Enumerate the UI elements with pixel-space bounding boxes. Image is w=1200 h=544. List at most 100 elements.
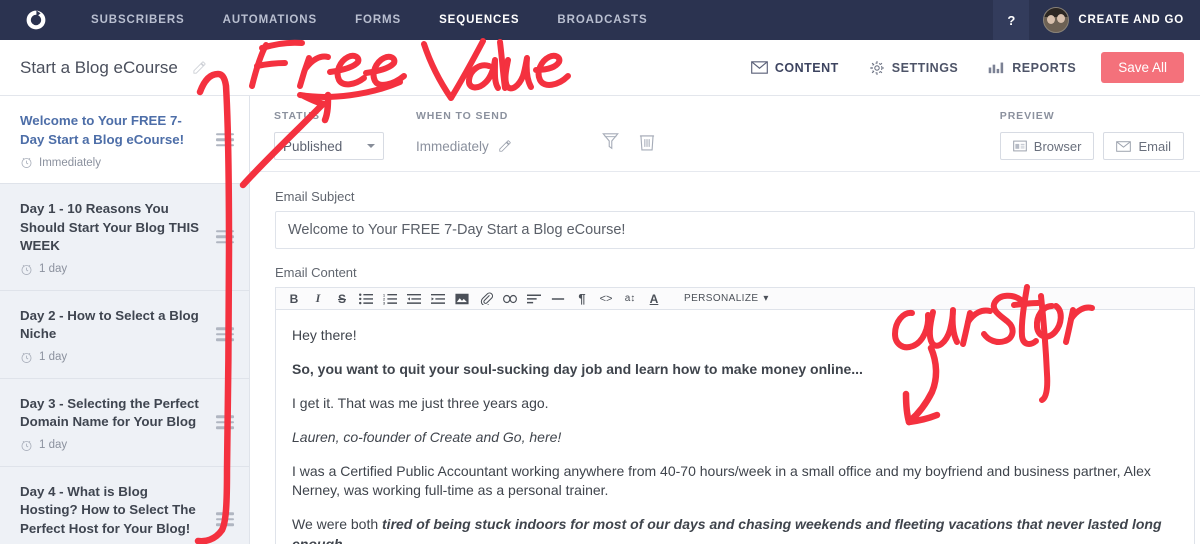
ordered-list-icon[interactable]: 123: [378, 288, 402, 309]
drag-handle-icon[interactable]: [216, 327, 234, 341]
image-icon[interactable]: [450, 288, 474, 309]
chevron-down-icon: [367, 144, 375, 152]
email-editor-pane: STATUS Published WHEN TO SEND Immediatel…: [250, 96, 1200, 544]
drag-handle-icon[interactable]: [216, 230, 234, 244]
list-item[interactable]: Welcome to Your FREE 7-Day Start a Blog …: [0, 96, 249, 184]
chevron-down-icon: ▾: [763, 293, 769, 304]
attachment-icon[interactable]: [474, 288, 498, 309]
top-navigation-bar: SUBSCRIBERS AUTOMATIONS FORMS SEQUENCES …: [0, 0, 1200, 40]
strikethrough-icon[interactable]: S: [330, 288, 354, 309]
drag-handle-icon[interactable]: [216, 415, 234, 429]
align-left-icon[interactable]: [522, 288, 546, 309]
status-select[interactable]: Published: [274, 132, 384, 160]
bold-icon[interactable]: B: [282, 288, 306, 309]
email-body-editor[interactable]: Hey there! So, you want to quit your sou…: [275, 310, 1195, 544]
email-delay: 1 day: [20, 439, 203, 452]
indent-icon[interactable]: [426, 288, 450, 309]
email-delay: 1 day: [20, 263, 203, 276]
clock-icon: [21, 264, 32, 275]
email-tools: [601, 106, 655, 156]
when-to-send-field: WHEN TO SEND Immediately: [416, 106, 512, 160]
when-to-send-label: WHEN TO SEND: [416, 110, 509, 122]
nav-item-automations[interactable]: AUTOMATIONS: [204, 0, 336, 40]
body-text-suffix: .: [343, 536, 347, 544]
preview-browser-label: Browser: [1033, 138, 1082, 154]
email-title: Day 3 - Selecting the Perfect Domain Nam…: [20, 395, 199, 430]
horizontal-rule-icon[interactable]: [546, 288, 570, 309]
email-title: Day 1 - 10 Reasons You Should Start Your…: [20, 201, 200, 253]
save-all-button[interactable]: Save All: [1101, 52, 1184, 83]
email-title: Day 4 - What is Blog Hosting? How to Sel…: [20, 483, 196, 536]
status-label: STATUS: [274, 110, 320, 122]
text-color-icon[interactable]: A: [642, 288, 666, 309]
trash-icon[interactable]: [639, 132, 655, 156]
email-delay: 1 day: [20, 351, 203, 364]
email-delay-label: 1 day: [39, 351, 68, 363]
personalize-dropdown[interactable]: PERSONALIZE ▾: [676, 288, 777, 309]
paragraph-icon[interactable]: ¶: [570, 288, 594, 309]
nav-right-cluster: ? CREATE AND GO: [993, 0, 1200, 40]
email-delay: Immediately: [20, 156, 203, 169]
list-item[interactable]: Day 1 - 10 Reasons You Should Start Your…: [0, 184, 249, 291]
link-icon[interactable]: [498, 288, 522, 309]
tab-content-label: CONTENT: [774, 60, 839, 75]
status-select-value: Published: [283, 138, 343, 154]
tab-settings-label: SETTINGS: [891, 60, 959, 75]
drag-handle-icon[interactable]: [216, 132, 234, 147]
when-to-send-value: Immediately: [416, 138, 489, 154]
italic-icon[interactable]: I: [306, 288, 330, 309]
body-paragraph: Hey there!: [292, 327, 357, 343]
preview-email-button[interactable]: Email: [1103, 132, 1184, 160]
svg-text:3: 3: [383, 301, 385, 304]
source-code-icon[interactable]: <>: [594, 288, 618, 309]
list-item[interactable]: Day 4 - What is Blog Hosting? How to Sel…: [0, 467, 249, 544]
preview-label: PREVIEW: [999, 110, 1055, 122]
avatar[interactable]: [1043, 7, 1070, 33]
envelope-icon: [1116, 140, 1132, 152]
clock-icon: [21, 157, 32, 168]
list-item[interactable]: Day 2 - How to Select a Blog Niche 1 day: [0, 291, 249, 379]
preview-browser-button[interactable]: Browser: [999, 132, 1095, 160]
tab-reports[interactable]: REPORTS: [973, 61, 1091, 75]
preview-field: PREVIEW Browser Email: [999, 106, 1184, 160]
body-text-prefix: We were both: [292, 516, 383, 533]
tab-reports-label: REPORTS: [1012, 60, 1077, 75]
nav-item-sequences[interactable]: SEQUENCES: [420, 0, 538, 40]
outdent-icon[interactable]: [402, 288, 426, 309]
page-header: Start a Blog eCourse CONTENT SETTINGS RE…: [0, 40, 1200, 96]
avatar-face-left: [1047, 15, 1056, 24]
email-status-bar: STATUS Published WHEN TO SEND Immediatel…: [250, 96, 1200, 172]
pencil-icon[interactable]: [192, 60, 207, 75]
nav-item-subscribers[interactable]: SUBSCRIBERS: [72, 0, 204, 40]
clock-icon: [21, 352, 32, 363]
email-title: Welcome to Your FREE 7-Day Start a Blog …: [20, 113, 185, 147]
subject-input[interactable]: [275, 211, 1195, 249]
editor-area: Email Subject Email Content B I S 123: [250, 172, 1200, 544]
convertkit-logo-icon: [26, 10, 46, 30]
content-label: Email Content: [275, 265, 357, 280]
header-actions: CONTENT SETTINGS REPORTS Save All: [736, 52, 1200, 83]
nav-item-broadcasts[interactable]: BROADCASTS: [538, 0, 666, 40]
pencil-icon[interactable]: [498, 139, 512, 153]
tab-content[interactable]: CONTENT: [736, 61, 854, 75]
tab-settings[interactable]: SETTINGS: [854, 60, 974, 76]
nav-item-forms[interactable]: FORMS: [336, 0, 420, 40]
account-name[interactable]: CREATE AND GO: [1078, 14, 1200, 26]
drag-handle-icon[interactable]: [216, 512, 234, 526]
line-height-icon[interactable]: a↕: [618, 288, 642, 309]
help-button[interactable]: ?: [993, 0, 1030, 40]
subject-label: Email Subject: [275, 189, 355, 204]
personalize-label: PERSONALIZE: [684, 293, 759, 304]
body-text-emphasis: tired of being stuck indoors for most of…: [292, 516, 1162, 544]
funnel-icon[interactable]: [601, 132, 619, 156]
when-to-send-value-row: Immediately: [416, 132, 512, 160]
preview-buttons: Browser Email: [999, 132, 1184, 160]
preview-email-label: Email: [1138, 138, 1171, 154]
gear-icon: [869, 60, 884, 75]
app-root: SUBSCRIBERS AUTOMATIONS FORMS SEQUENCES …: [0, 0, 1200, 544]
app-logo[interactable]: [0, 8, 72, 32]
unordered-list-icon[interactable]: [354, 288, 378, 309]
sequence-email-list[interactable]: Welcome to Your FREE 7-Day Start a Blog …: [0, 96, 250, 544]
list-item[interactable]: Day 3 - Selecting the Perfect Domain Nam…: [0, 379, 249, 467]
body-paragraph: We were both tired of being stuck indoor…: [292, 515, 1176, 544]
